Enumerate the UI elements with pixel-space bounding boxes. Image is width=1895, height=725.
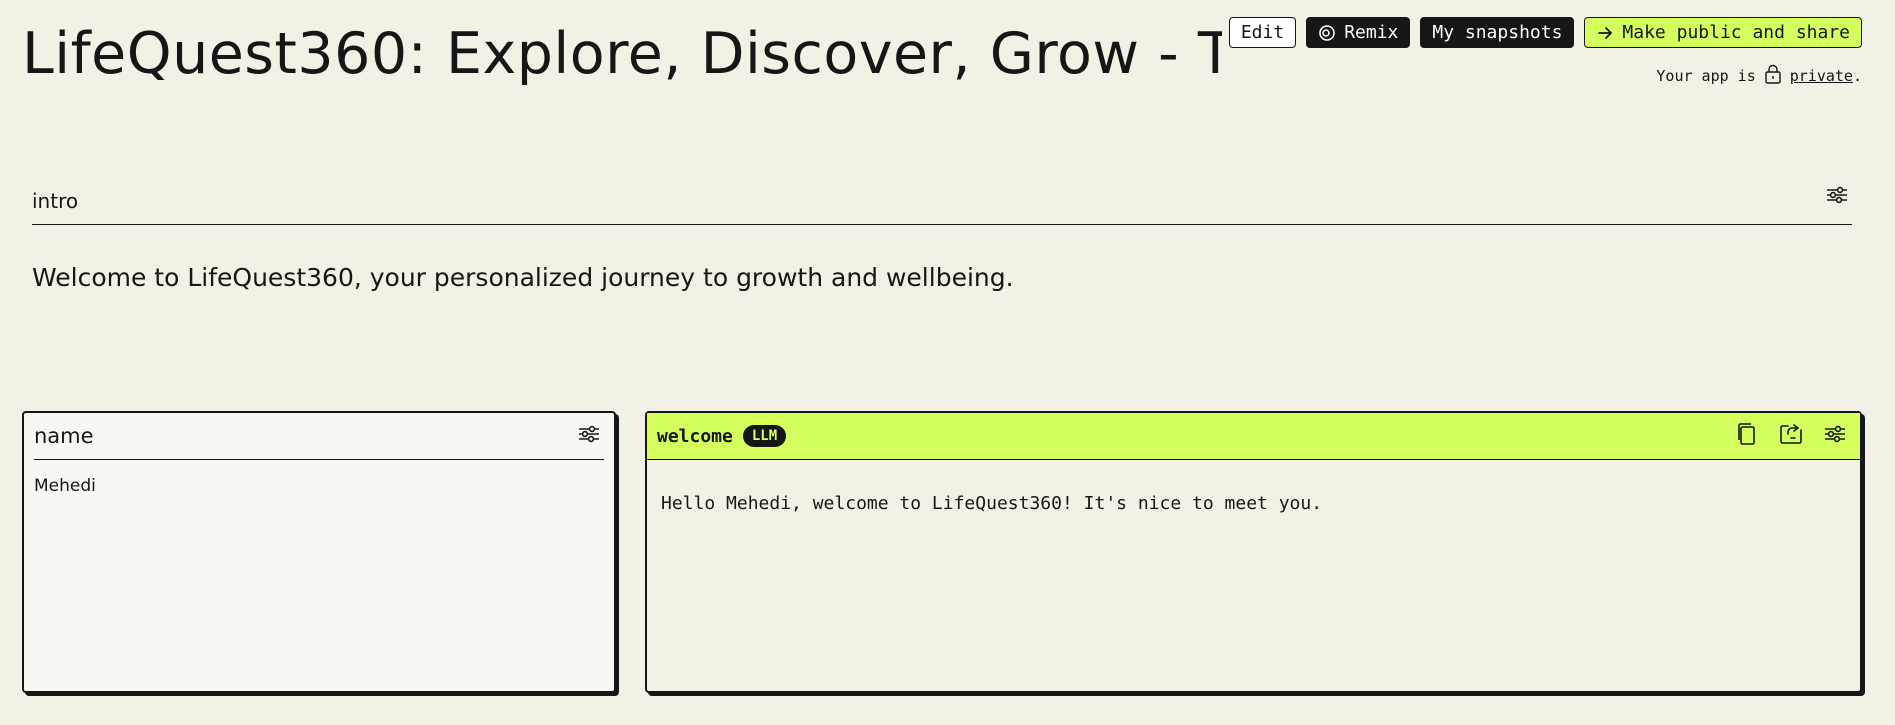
- top-actions: Edit Remix My snapshots Make public and …: [1228, 17, 1862, 48]
- intro-settings-button[interactable]: [1822, 182, 1852, 212]
- make-public-share-button[interactable]: Make public and share: [1584, 17, 1862, 48]
- privacy-prefix: Your app is: [1656, 67, 1756, 85]
- welcome-settings-button[interactable]: [1820, 421, 1850, 451]
- copy-button[interactable]: [1732, 421, 1762, 451]
- my-snapshots-label: My snapshots: [1432, 22, 1563, 43]
- sliders-icon: [1826, 186, 1848, 208]
- sliders-icon: [1824, 425, 1846, 447]
- welcome-card-title: welcome: [657, 425, 733, 447]
- name-settings-button[interactable]: [574, 421, 604, 451]
- intro-section-label: intro: [32, 189, 79, 213]
- privacy-status-link[interactable]: private: [1790, 67, 1853, 85]
- remix-icon: [1318, 24, 1336, 42]
- page-title: LifeQuest360: Explore, Discover, Grow - …: [22, 21, 1222, 87]
- arrow-icon: [1596, 24, 1614, 42]
- welcome-output-card: welcome LLM Hello Mehedi, welcome to Lif…: [645, 411, 1862, 693]
- name-input-field[interactable]: Mehedi: [34, 476, 604, 496]
- lock-icon: [1764, 64, 1782, 88]
- make-public-share-label: Make public and share: [1622, 22, 1850, 43]
- edit-button[interactable]: Edit: [1228, 17, 1297, 48]
- welcome-output-text: Hello Mehedi, welcome to LifeQuest360! I…: [661, 493, 1323, 514]
- intro-text: Welcome to LifeQuest360, your personaliz…: [32, 263, 1014, 292]
- my-snapshots-button[interactable]: My snapshots: [1420, 17, 1575, 48]
- llm-badge: LLM: [742, 425, 787, 447]
- export-button[interactable]: [1776, 421, 1806, 451]
- privacy-suffix: .: [1852, 67, 1862, 85]
- name-input-card: name Mehedi: [22, 411, 616, 693]
- remix-button[interactable]: Remix: [1306, 17, 1411, 48]
- remix-button-label: Remix: [1344, 22, 1399, 43]
- sliders-icon: [578, 425, 600, 447]
- privacy-status: Your app is private.: [1656, 64, 1862, 88]
- copy-icon: [1736, 422, 1758, 450]
- edit-button-label: Edit: [1240, 22, 1285, 43]
- name-card-header: name: [34, 413, 604, 460]
- welcome-card-header: welcome LLM: [647, 413, 1860, 460]
- intro-section-header: intro: [32, 182, 1852, 225]
- name-card-title: name: [34, 424, 94, 448]
- export-icon: [1779, 423, 1803, 449]
